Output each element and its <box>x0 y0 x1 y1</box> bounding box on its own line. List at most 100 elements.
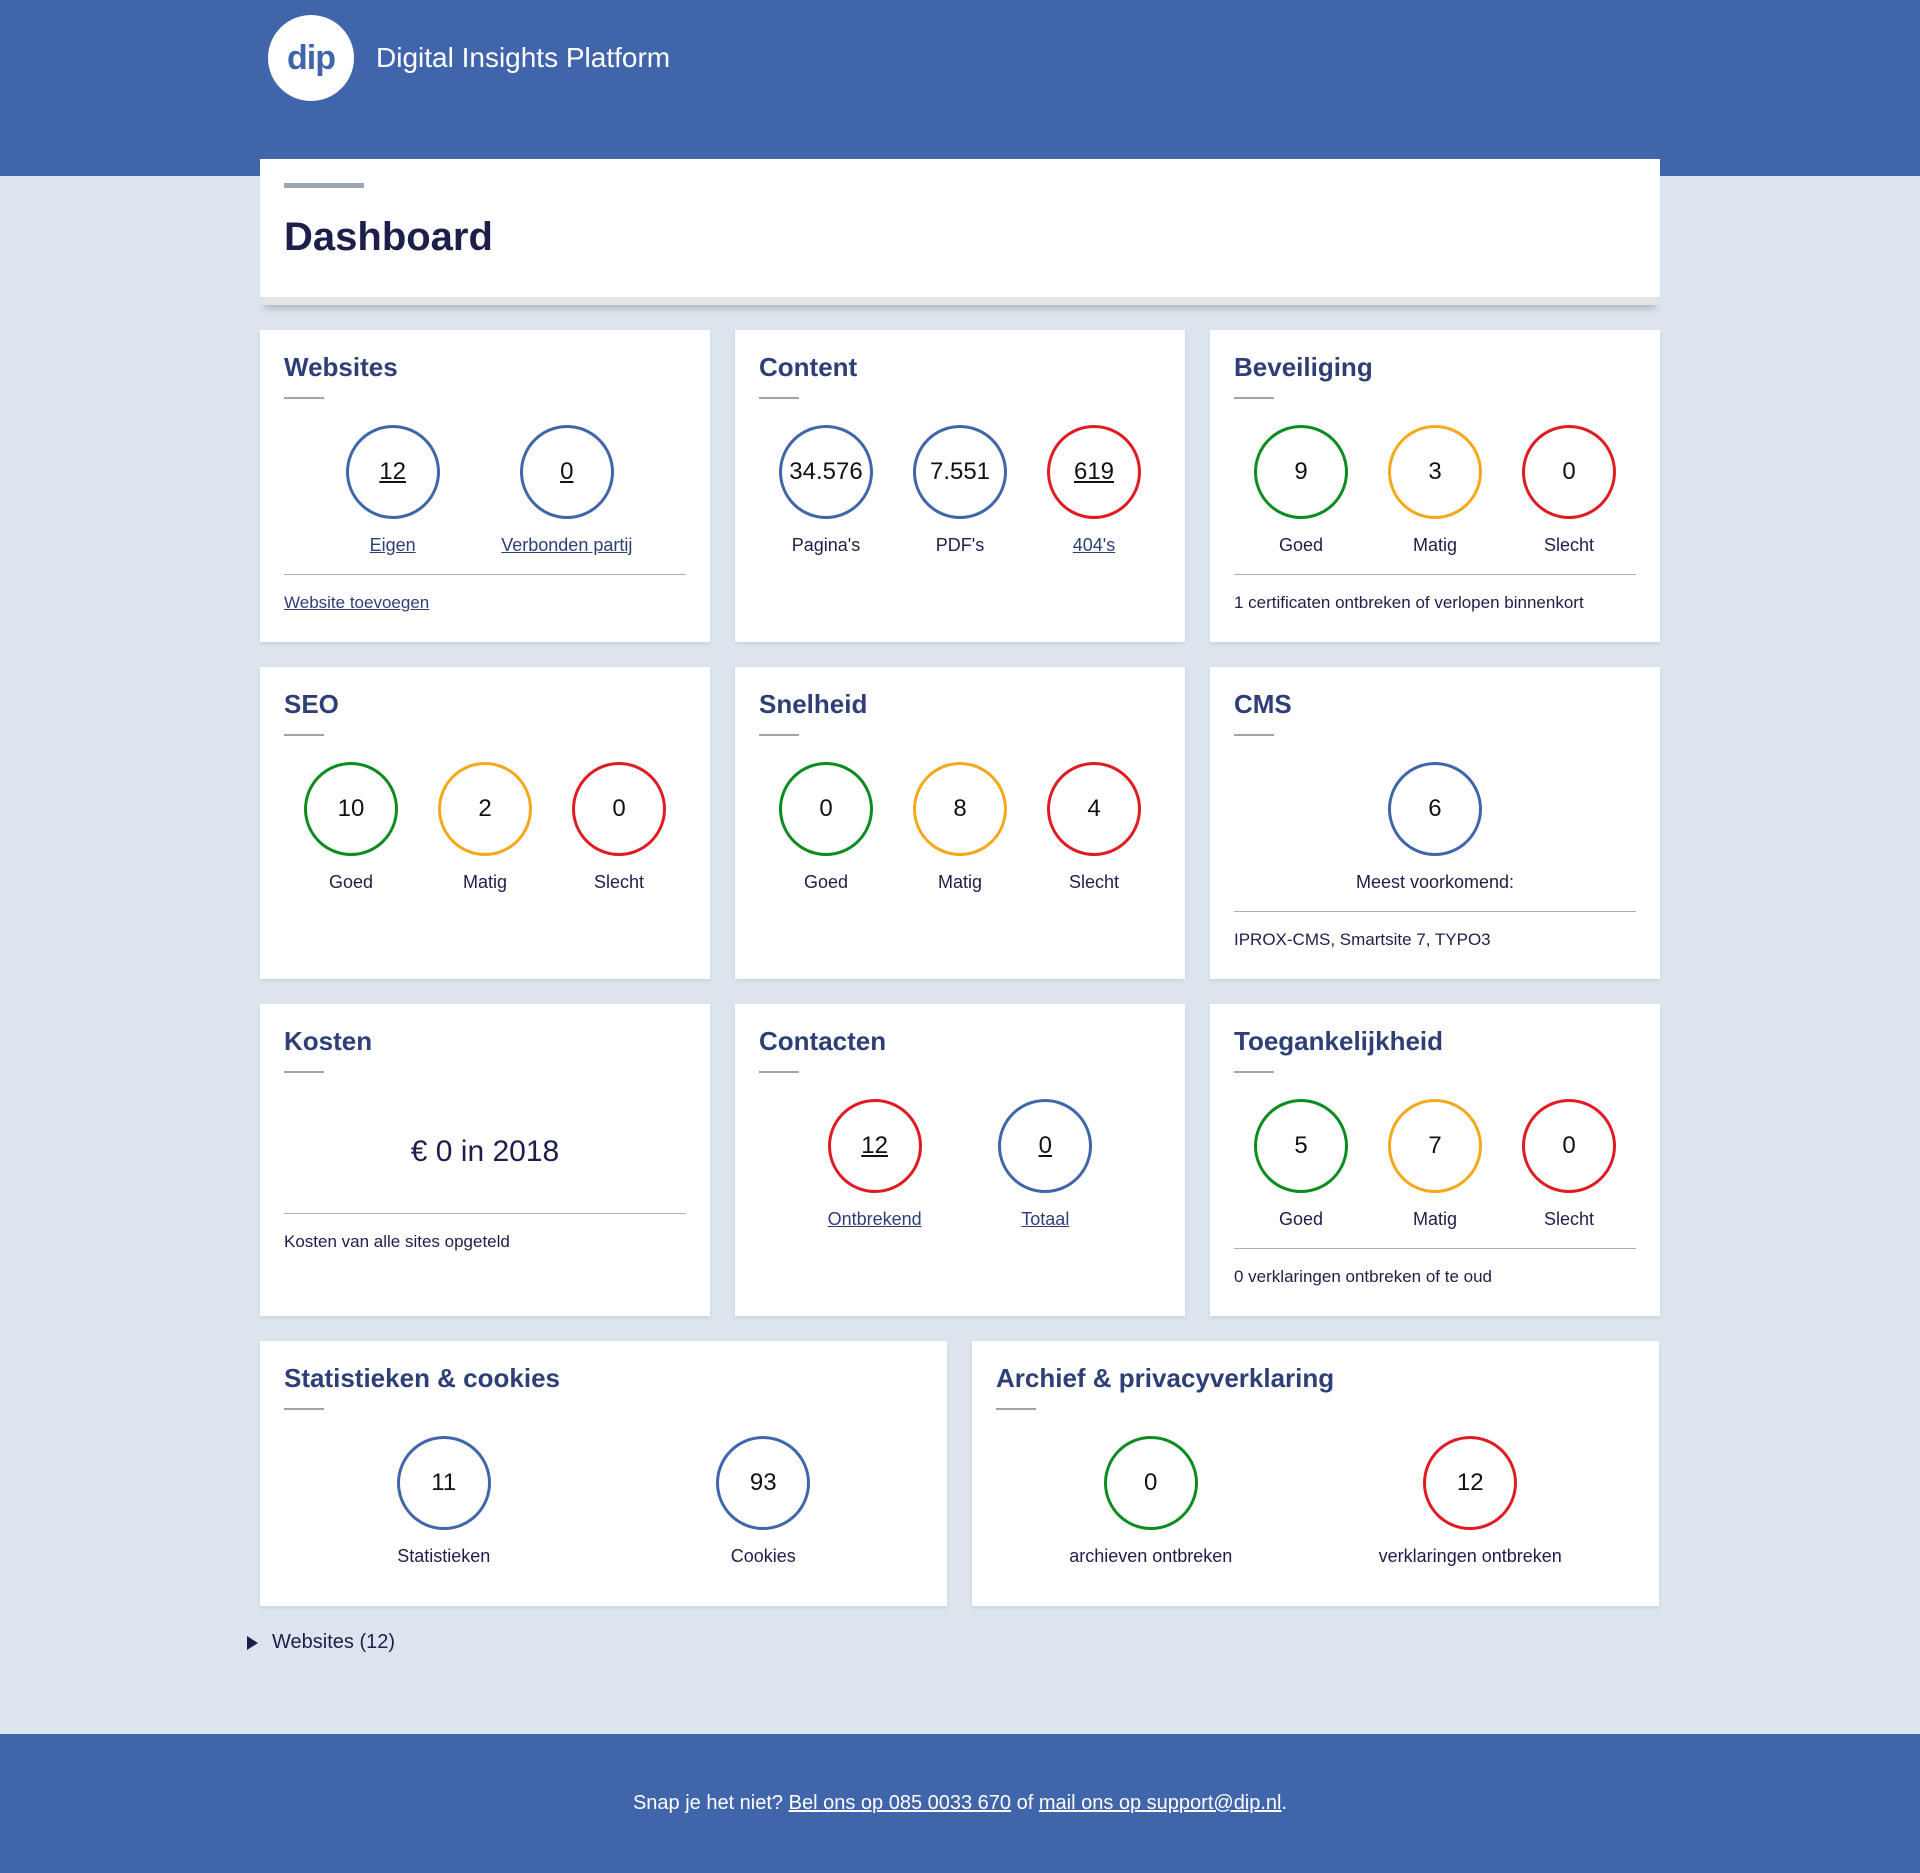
footer-text-before: Snap je het niet? <box>632 1792 789 1814</box>
card-seo: SEO 10 Goed 2 Matig 0 Slecht <box>260 667 710 979</box>
card-title: Archief & privacyverklaring <box>996 1363 1335 1393</box>
header-band: dip Digital Insights Platform <box>0 0 1920 176</box>
divider <box>1234 911 1636 912</box>
divider <box>1234 574 1636 575</box>
metric-circle: 0 <box>572 762 666 856</box>
add-website-link[interactable]: Website toevoegen <box>284 593 686 613</box>
metric-circle: 3 <box>1388 425 1482 519</box>
footer-text-middle: of <box>1011 1792 1039 1814</box>
metric-totaal[interactable]: 0 Totaal <box>990 1099 1100 1230</box>
metric-statistieken: 11 Statistieken <box>389 1436 499 1567</box>
metric-circle: 5 <box>1254 1099 1348 1193</box>
metric-cms-count: 6 Meest voorkomend: <box>1356 762 1514 893</box>
card-websites: Websites 12 Eigen 0 Verbonden partij Web… <box>260 330 710 642</box>
card-beveiliging: Beveiliging 9 Goed 3 Matig 0 Slecht 1 ce… <box>1210 330 1660 642</box>
metric-label[interactable]: 404's <box>1073 535 1115 556</box>
metric-circle[interactable]: 12 <box>827 1099 922 1193</box>
logo-icon: dip <box>268 15 354 101</box>
row-2: SEO 10 Goed 2 Matig 0 Slecht Snelheid 0 … <box>260 667 1660 979</box>
dashboard-container: Dashboard Websites 12 Eigen 0 Verbonden … <box>260 159 1660 1606</box>
page-title: Dashboard <box>284 215 493 259</box>
metric-label[interactable]: Ontbrekend <box>828 1209 922 1230</box>
metric-circle: 6 <box>1387 762 1482 856</box>
metric-circle: 7.551 <box>913 425 1007 519</box>
divider <box>284 1213 686 1214</box>
metric-label: Matig <box>937 872 982 892</box>
card-cms: CMS 6 Meest voorkomend: IPROX-CMS, Smart… <box>1210 667 1660 979</box>
title-underline <box>759 397 799 399</box>
metric-label: verklaringen ontbreken <box>1378 1546 1562 1566</box>
metric-label[interactable]: Verbonden partij <box>501 535 632 556</box>
title-underline <box>759 734 799 736</box>
metric-circle[interactable]: 12 <box>345 425 440 519</box>
cost-amount: € 0 in 2018 <box>410 1135 560 1168</box>
card-title: Websites <box>284 352 398 382</box>
metric-circle: 10 <box>304 762 398 856</box>
metric-circle[interactable]: 619 <box>1047 425 1141 519</box>
title-underline <box>284 1071 324 1073</box>
cost-note: Kosten van alle sites opgeteld <box>284 1232 510 1251</box>
metric-circle: 4 <box>1047 762 1141 856</box>
metric-label[interactable]: Totaal <box>1021 1209 1069 1230</box>
metric-label: Goed <box>803 872 849 892</box>
metric-circle: 8 <box>913 762 1007 856</box>
metric-label: Matig <box>1412 1209 1457 1229</box>
metric-goed: 5 Goed <box>1246 1099 1356 1230</box>
card-title: Kosten <box>284 1026 373 1056</box>
title-underline <box>1234 734 1274 736</box>
metric-circle[interactable]: 0 <box>998 1099 1093 1193</box>
metric-eigen[interactable]: 12 Eigen <box>338 425 448 556</box>
metric-circle: 2 <box>438 762 532 856</box>
title-underline <box>996 1408 1036 1410</box>
metric-verbonden-partij[interactable]: 0 Verbonden partij <box>501 425 632 556</box>
row-4: Statistieken & cookies 11 Statistieken 9… <box>260 1341 1660 1606</box>
row-3: Kosten € 0 in 2018 Kosten van alle sites… <box>260 1004 1660 1316</box>
metric-verklaringen-ontbreken: 12 verklaringen ontbreken <box>1379 1436 1562 1567</box>
metric-circle: 0 <box>1522 1099 1616 1193</box>
metric-matig: 7 Matig <box>1380 1099 1490 1230</box>
metric-pdfs: 7.551 PDF's <box>905 425 1015 556</box>
metric-circle[interactable]: 0 <box>519 425 614 519</box>
metric-404s[interactable]: 619 404's <box>1039 425 1149 556</box>
metric-circle: 0 <box>1103 1436 1198 1530</box>
metric-label: archieven ontbreken <box>1069 1546 1233 1566</box>
metric-circle: 7 <box>1388 1099 1482 1193</box>
disclosure-triangle-icon <box>247 1635 258 1650</box>
metric-label: PDF's <box>935 535 985 555</box>
divider <box>1234 1248 1636 1249</box>
metric-ontbrekend[interactable]: 12 Ontbrekend <box>820 1099 930 1230</box>
disclosure-label: Websites (12) <box>272 1631 396 1653</box>
title-underline <box>284 1408 324 1410</box>
title-underline <box>284 397 324 399</box>
metric-circle: 0 <box>1522 425 1616 519</box>
card-contacten: Contacten 12 Ontbrekend 0 Totaal <box>735 1004 1185 1316</box>
phone-link[interactable]: Bel ons op 085 0033 670 <box>789 1792 1011 1815</box>
metric-slecht: 4 Slecht <box>1039 762 1149 893</box>
card-toegankelijkheid: Toegankelijkheid 5 Goed 7 Matig 0 Slecht… <box>1210 1004 1660 1316</box>
logo[interactable]: dip Digital Insights Platform <box>268 15 670 101</box>
card-title: Toegankelijkheid <box>1234 1026 1444 1056</box>
brand-name: Digital Insights Platform <box>376 42 671 73</box>
metric-slecht: 0 Slecht <box>564 762 674 893</box>
card-snelheid: Snelheid 0 Goed 8 Matig 4 Slecht <box>735 667 1185 979</box>
websites-disclosure[interactable]: Websites (12) <box>247 1631 395 1654</box>
metric-goed: 10 Goed <box>296 762 406 893</box>
row-1: Websites 12 Eigen 0 Verbonden partij Web… <box>260 330 1660 642</box>
metric-circle: 0 <box>779 762 873 856</box>
mail-link[interactable]: mail ons op support@dip.nl <box>1039 1792 1282 1815</box>
title-underline <box>1234 397 1274 399</box>
metric-circle: 34.576 <box>779 425 873 519</box>
accessibility-note: 0 verklaringen ontbreken of te oud <box>1234 1267 1493 1286</box>
metric-label: Slecht <box>1543 535 1595 555</box>
metric-matig: 8 Matig <box>905 762 1015 893</box>
metric-paginas: 34.576 Pagina's <box>771 425 881 556</box>
divider <box>284 574 686 575</box>
metric-label: Statistieken <box>397 1546 491 1566</box>
footer: Snap je het niet? Bel ons op 085 0033 67… <box>0 1734 1920 1873</box>
title-underline <box>284 734 324 736</box>
metric-label: Slecht <box>593 872 645 892</box>
metric-label: Slecht <box>1068 872 1120 892</box>
metric-matig: 3 Matig <box>1380 425 1490 556</box>
metric-label[interactable]: Eigen <box>370 535 416 556</box>
metric-archieven-ontbreken: 0 archieven ontbreken <box>1069 1436 1232 1567</box>
